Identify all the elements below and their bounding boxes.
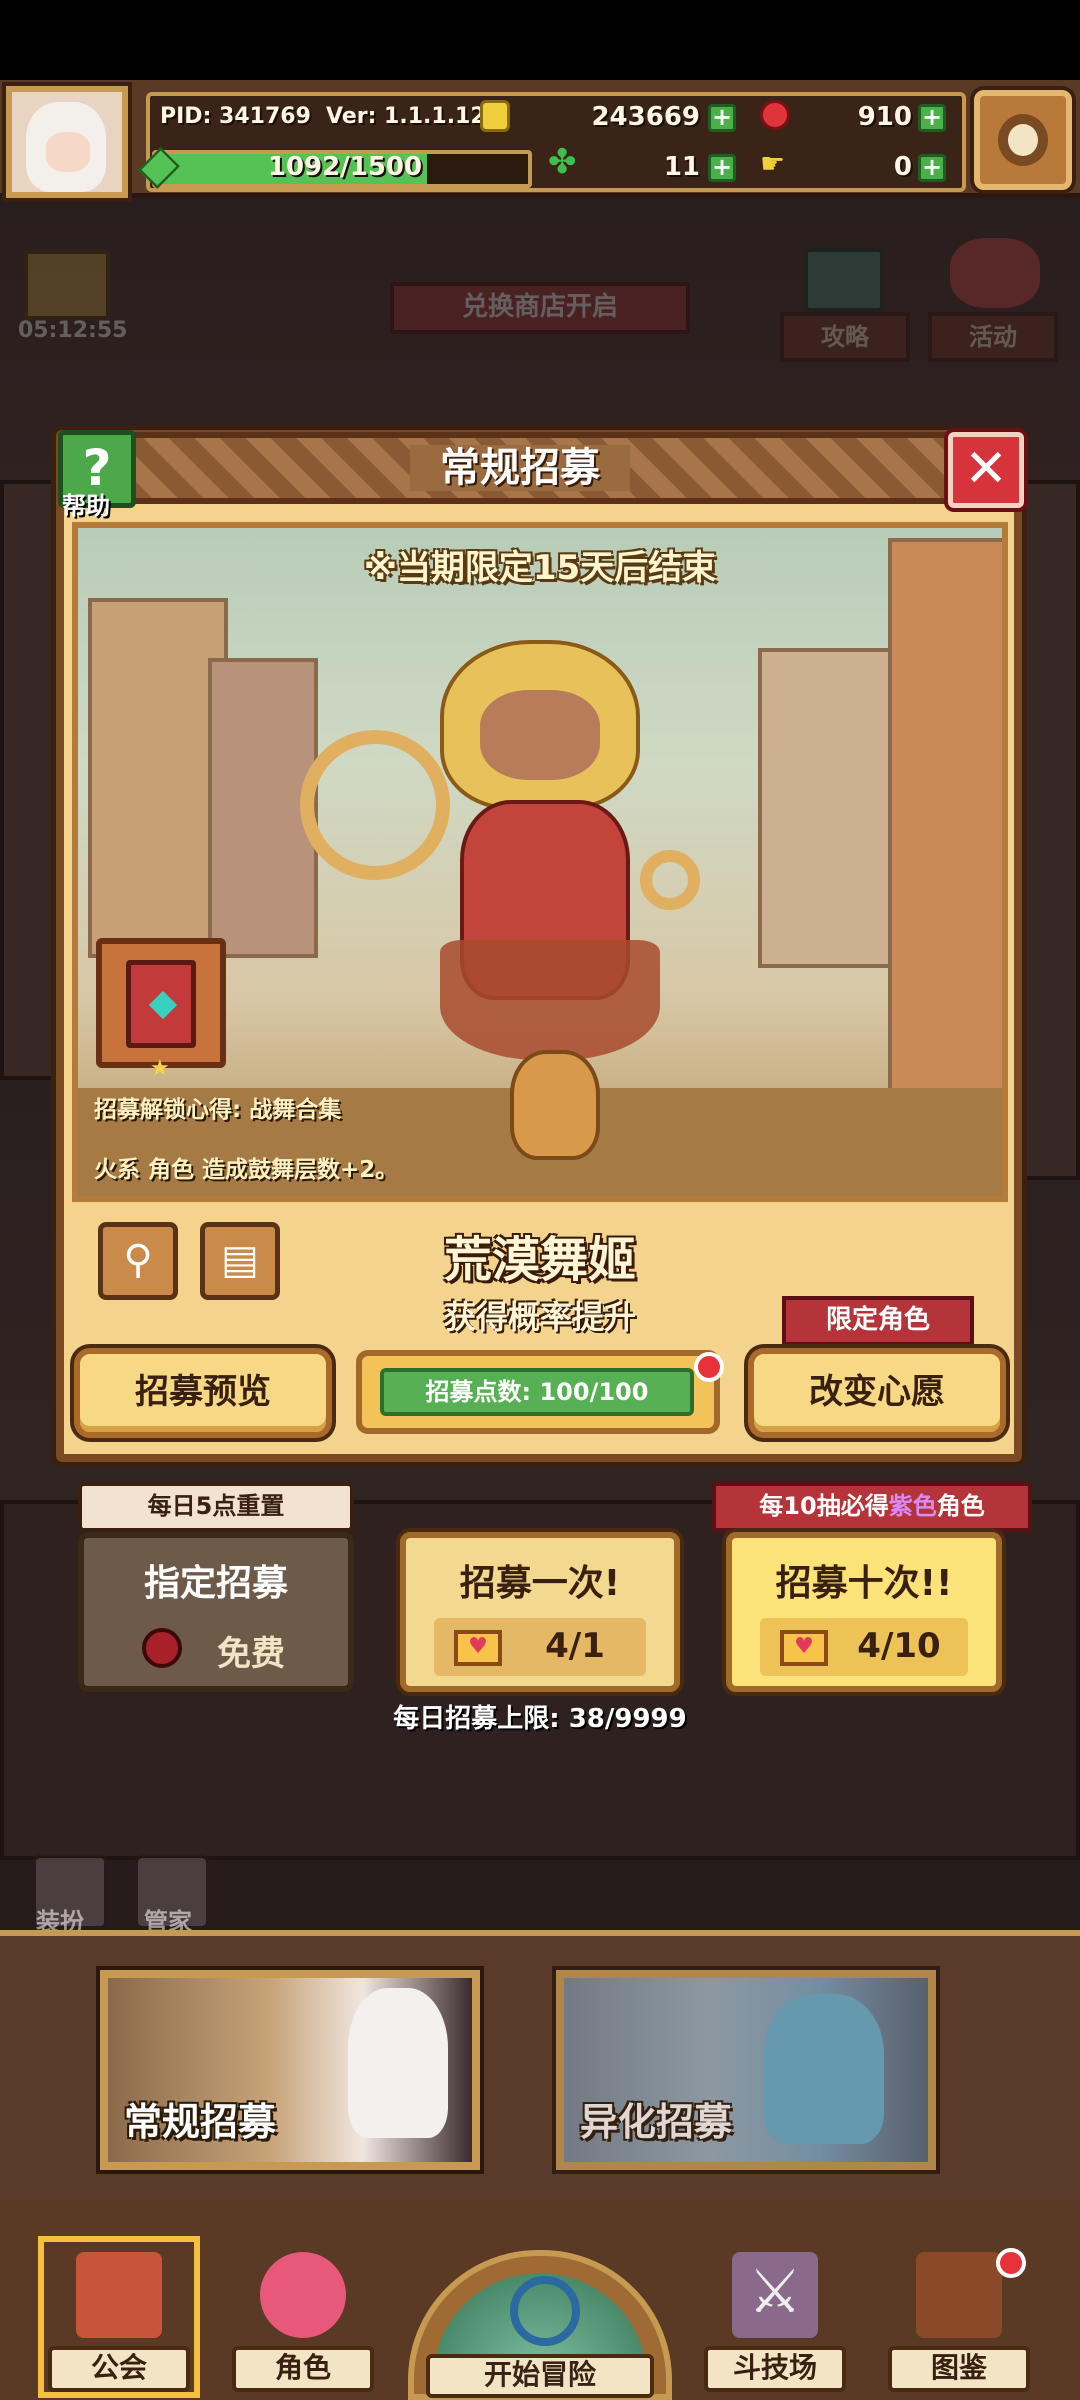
dancer-face: [480, 690, 600, 780]
designated-recruit-button[interactable]: 指定招募 免费: [78, 1532, 354, 1692]
clover-icon: ✤: [548, 142, 577, 182]
hand-token-amount: 0: [893, 152, 912, 182]
gem-icon: [760, 100, 790, 130]
book-cover: [126, 960, 196, 1048]
star-icon: ★: [150, 1056, 170, 1081]
magnifier-icon: [510, 2276, 580, 2346]
modal-title: 常规招募: [410, 445, 630, 491]
pillar-right: [888, 538, 1002, 1098]
recruit-points-box: 招募点数: 100/100: [356, 1350, 720, 1434]
gold-ring-left: [300, 730, 450, 880]
heart-ticket-icon: ♥: [780, 1630, 828, 1666]
designated-cost-row: 免费: [112, 1618, 320, 1676]
change-wish-button[interactable]: 改变心愿: [748, 1348, 1006, 1438]
close-icon[interactable]: ✕: [948, 432, 1024, 508]
unlock-info: 招募解锁心得: 战舞合集: [94, 1097, 342, 1123]
gear-center: [998, 114, 1048, 166]
normal-recruit-tab[interactable]: 常规招募: [100, 1970, 480, 2170]
recruit-ten-count: 4/10: [857, 1626, 941, 1666]
points-alert-dot: [694, 1352, 724, 1382]
settings-gear-icon[interactable]: [974, 90, 1072, 190]
codex-book-icon: [916, 2252, 1002, 2338]
exp-value: 1092/1500: [267, 152, 423, 182]
nav-codex-label: 图鉴: [888, 2346, 1030, 2392]
character-face-icon: [260, 2252, 346, 2338]
avatar-face: [46, 132, 90, 172]
designated-cost: 免费: [217, 1634, 285, 1674]
period-notice: ※当期限定15天后结束: [363, 548, 717, 588]
daily-recruit-limit: 每日招募上限: 38/9999: [393, 1704, 687, 1734]
gold-ring-right: [640, 850, 700, 910]
cliff-left: [88, 598, 228, 958]
add-gem-button[interactable]: +: [918, 104, 946, 132]
recruit-once-label: 招募一次!: [459, 1563, 621, 1604]
alien-recruit-label: 异化招募: [580, 2100, 733, 2144]
recruit-once-button[interactable]: 招募一次! ♥ 4/1: [400, 1532, 680, 1692]
nav-guild-label: 公会: [48, 2346, 190, 2392]
dancer-skirt: [440, 940, 660, 1060]
designated-label: 指定招募: [143, 1563, 288, 1604]
add-clover-button[interactable]: +: [708, 154, 736, 182]
featured-character-name: 荒漠舞姬: [443, 1232, 636, 1288]
daily-reset-tag: 每日5点重置: [78, 1482, 354, 1532]
add-hand-token-button[interactable]: +: [918, 154, 946, 182]
recruit-points: 招募点数: 100/100: [380, 1368, 694, 1416]
blue-hair-girl: [764, 1994, 884, 2144]
nav-character-label: 角色: [232, 2346, 374, 2392]
adventure-label: 开始冒险: [426, 2354, 654, 2398]
book-gem: [148, 990, 178, 1020]
guarantee-prefix: 每10抽必得: [759, 1492, 889, 1520]
effect-info: 火系 角色 造成鼓舞层数+2。: [94, 1157, 399, 1183]
player-avatar[interactable]: [6, 86, 128, 198]
help-label: 帮助: [62, 492, 110, 520]
recruit-once-count: 4/1: [545, 1626, 605, 1666]
recruit-once-cost: ♥ 4/1: [434, 1618, 646, 1676]
guarantee-suffix: 角色: [936, 1492, 985, 1520]
gold-amount: 243669: [591, 102, 700, 132]
gem-amount: 910: [857, 102, 912, 132]
white-hair-girl: [348, 1988, 448, 2138]
recruit-preview-button[interactable]: 招募预览: [74, 1348, 332, 1438]
alien-recruit-tab[interactable]: 异化招募: [556, 1970, 936, 2170]
limited-character-tag: 限定角色: [782, 1296, 974, 1346]
nav-character[interactable]: 角色: [228, 2242, 378, 2392]
guild-house-icon: [76, 2252, 162, 2338]
nav-guild[interactable]: 公会: [38, 2236, 200, 2398]
recruit-ten-label: 招募十次!!: [775, 1563, 953, 1604]
add-gold-button[interactable]: +: [708, 104, 736, 132]
hand-token-icon: ☛: [760, 147, 786, 180]
clover-amount: 11: [663, 152, 700, 182]
skill-book-icon[interactable]: [96, 938, 226, 1068]
ten-pull-guarantee-tag: 每10抽必得紫色角色: [712, 1482, 1032, 1532]
ruby-icon: [142, 1628, 182, 1668]
guarantee-color: 紫色: [888, 1492, 937, 1520]
normal-recruit-label: 常规招募: [124, 2100, 277, 2144]
recruit-ten-cost: ♥ 4/10: [760, 1618, 968, 1676]
gold-coin-icon: [480, 100, 510, 132]
modal-header: 常规招募: [70, 432, 970, 504]
crossed-swords-icon: ⚔: [732, 2252, 818, 2338]
recruit-ten-button[interactable]: 招募十次!! ♥ 4/10: [726, 1532, 1002, 1692]
player-id: PID: 341769: [160, 104, 311, 129]
game-version: Ver: 1.1.1.12: [326, 104, 486, 129]
codex-alert-dot: [996, 2248, 1026, 2278]
heart-ticket-icon: ♥: [454, 1630, 502, 1666]
nav-arena-label: 斗技场: [704, 2346, 846, 2392]
nav-arena[interactable]: ⚔ 斗技场: [700, 2242, 850, 2392]
cat-companion: [510, 1050, 600, 1160]
